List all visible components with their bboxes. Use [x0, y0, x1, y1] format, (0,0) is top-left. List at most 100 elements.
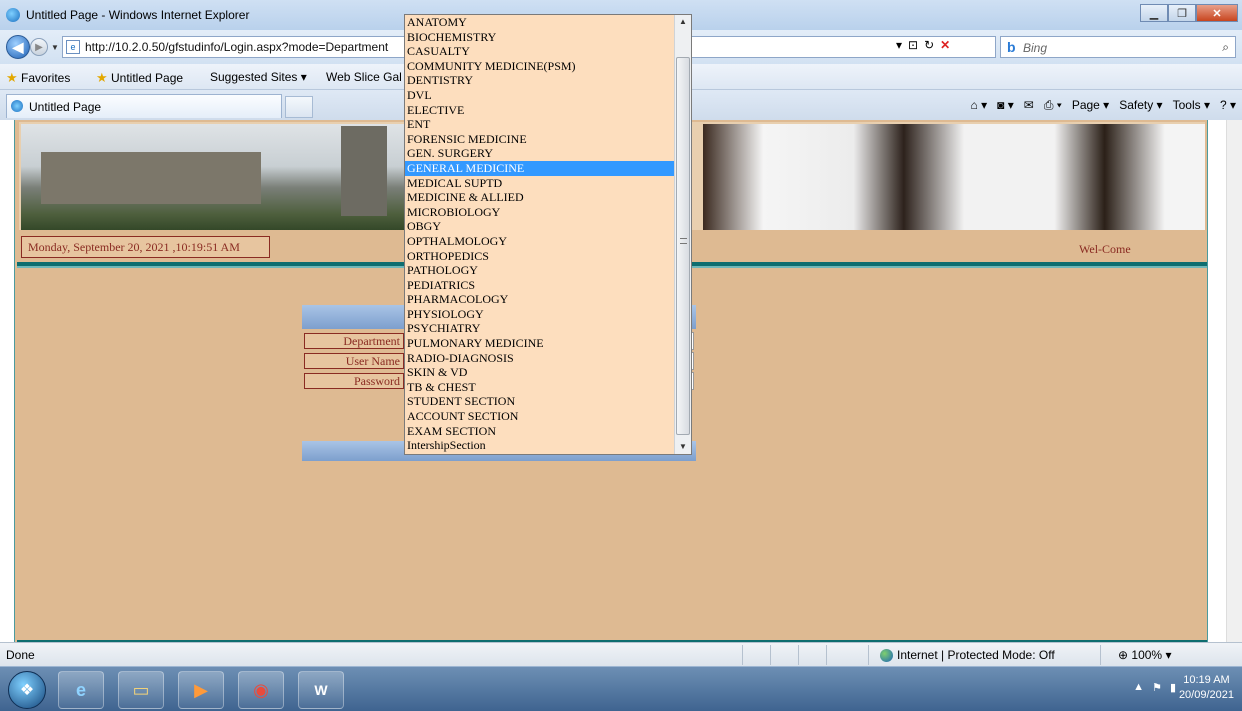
scroll-grip-icon	[680, 238, 687, 244]
favorite-item-web-slice-gallery[interactable]: Web Slice Gal	[326, 70, 402, 84]
dropdown-option[interactable]: PHYSIOLOGY	[405, 307, 675, 322]
dropdown-option[interactable]: PULMONARY MEDICINE	[405, 336, 675, 351]
dropdown-option[interactable]: MEDICAL SUPTD	[405, 176, 675, 191]
favorites-button[interactable]: ★ Favorites	[6, 70, 70, 86]
welcome-text: Wel-Come	[1079, 242, 1131, 256]
dropdown-option[interactable]: PSYCHIATRY	[405, 321, 675, 336]
page-menu[interactable]: Page ▾	[1072, 98, 1109, 113]
start-button[interactable]: ❖	[8, 671, 46, 709]
feeds-icon[interactable]: ◙ ▾	[997, 98, 1014, 113]
status-separator	[1100, 645, 1101, 665]
search-box[interactable]: b Bing ⌕	[1000, 36, 1236, 58]
dropdown-option[interactable]: PHARMACOLOGY	[405, 292, 675, 307]
dropdown-options: ANATOMY BIOCHEMISTRY CASUALTY COMMUNITY MED…	[405, 15, 675, 453]
scroll-up-icon[interactable]: ▲	[675, 15, 691, 29]
clock-time: 10:19 AM	[1183, 674, 1230, 686]
students-image	[703, 124, 1205, 230]
dropdown-option[interactable]: MEDICINE & ALLIED	[405, 190, 675, 205]
status-bar: Done Internet | Protected Mode: Off ⊕ 10…	[0, 642, 1242, 666]
print-icon[interactable]: ⎙ ▾	[1044, 98, 1062, 113]
dropdown-option[interactable]: PEDIATRICS	[405, 278, 675, 293]
zoom-level[interactable]: ⊕ 100% ▾	[1118, 648, 1171, 662]
taskbar-chrome-icon[interactable]: ◉	[238, 671, 284, 709]
dropdown-option[interactable]: SKIN & VD	[405, 365, 675, 380]
status-separator	[826, 645, 827, 665]
page-scrollbar[interactable]	[1226, 120, 1242, 656]
dropdown-option[interactable]: MICROBIOLOGY	[405, 205, 675, 220]
dropdown-option[interactable]: ACCOUNT SECTION	[405, 409, 675, 424]
scroll-down-icon[interactable]: ▼	[675, 440, 691, 454]
status-separator	[868, 645, 869, 665]
dropdown-option[interactable]: COMMUNITY MEDICINE(PSM)	[405, 59, 675, 74]
security-zone[interactable]: Internet | Protected Mode: Off	[880, 648, 1055, 662]
dropdown-option[interactable]: PATHOLOGY	[405, 263, 675, 278]
tab-untitled-page[interactable]: Untitled Page	[6, 94, 282, 118]
star-icon: ★	[6, 70, 18, 85]
network-icon[interactable]: ▮	[1170, 681, 1176, 694]
taskbar-ie-icon[interactable]: e	[58, 671, 104, 709]
taskbar: ❖ e ▭ ▶ ◉ W ▲ ⚑ ▮ 10:19 AM 20/09/2021	[0, 666, 1242, 711]
dropdown-option[interactable]: TB & CHEST	[405, 380, 675, 395]
dropdown-option[interactable]: EXAM SECTION	[405, 424, 675, 439]
address-url: http://10.2.0.50/gfstudinfo/Login.aspx?m…	[85, 40, 389, 54]
forward-button[interactable]: ▶	[30, 38, 48, 56]
dropdown-option[interactable]: ANATOMY	[405, 15, 675, 30]
back-button[interactable]: ◀	[6, 35, 30, 59]
scroll-thumb[interactable]	[676, 57, 690, 435]
dropdown-option[interactable]: OBGY	[405, 219, 675, 234]
clock-date: 20/09/2021	[1178, 689, 1234, 701]
refresh-icon[interactable]: ↻	[924, 38, 934, 52]
status-text: Done	[6, 648, 35, 662]
clock[interactable]: 10:19 AM 20/09/2021	[1179, 673, 1234, 703]
dropdown-scrollbar[interactable]: ▲ ▼	[674, 15, 691, 454]
taskbar-explorer-icon[interactable]: ▭	[118, 671, 164, 709]
close-button[interactable]: ✕	[1196, 4, 1238, 22]
zoom-icon: ⊕	[1118, 648, 1129, 662]
dropdown-option[interactable]: OPTHALMOLOGY	[405, 234, 675, 249]
dropdown-option[interactable]: RADIO-DIAGNOSIS	[405, 351, 675, 366]
action-center-icon[interactable]: ⚑	[1152, 681, 1162, 694]
search-placeholder: Bing	[1023, 41, 1048, 55]
address-dropdown-icon[interactable]: ▾	[896, 38, 902, 52]
tools-menu[interactable]: Tools ▾	[1173, 98, 1210, 113]
dropdown-option[interactable]: FORENSIC MEDICINE	[405, 132, 675, 147]
add-favorite-icon: ★	[96, 70, 108, 85]
dropdown-option[interactable]: BIOCHEMISTRY	[405, 30, 675, 45]
mail-icon[interactable]: ✉	[1024, 98, 1034, 113]
show-hidden-icons-icon[interactable]: ▲	[1133, 681, 1144, 694]
dropdown-option[interactable]: GENERAL MEDICINE	[405, 160, 675, 176]
search-icon[interactable]: ⌕	[1222, 40, 1229, 55]
new-tab-button[interactable]	[285, 96, 313, 118]
bing-logo-icon: b	[1007, 39, 1016, 55]
dropdown-option[interactable]: ELECTIVE	[405, 103, 675, 118]
stop-icon[interactable]: ✕	[940, 38, 950, 52]
dropdown-option[interactable]: ENT	[405, 117, 675, 132]
username-label: User Name	[304, 353, 404, 369]
dropdown-option[interactable]: ORTHOPEDICS	[405, 249, 675, 264]
tab-label: Untitled Page	[29, 100, 102, 114]
command-bar: ⌂ ▾ ◙ ▾ ✉ ⎙ ▾ Page ▾ Safety ▾ Tools ▾ ? …	[971, 98, 1236, 113]
department-label: Department	[304, 333, 404, 349]
status-separator	[770, 645, 771, 665]
maximize-button[interactable]: ❐	[1168, 4, 1196, 22]
taskbar-media-icon[interactable]: ▶	[178, 671, 224, 709]
building-tower-shape	[341, 126, 387, 216]
dropdown-option[interactable]: IntershipSection	[405, 438, 675, 453]
dropdown-option[interactable]: GEN. SURGERY	[405, 146, 675, 161]
history-dropdown-icon[interactable]: ▼	[51, 43, 59, 52]
dropdown-option[interactable]: DENTISTRY	[405, 73, 675, 88]
favorite-item-untitled-page[interactable]: ★ Untitled Page	[96, 70, 183, 86]
dropdown-option[interactable]: CASUALTY	[405, 44, 675, 59]
taskbar-word-icon[interactable]: W	[298, 671, 344, 709]
help-icon[interactable]: ? ▾	[1220, 98, 1236, 113]
home-icon[interactable]: ⌂ ▾	[971, 98, 988, 113]
dropdown-option[interactable]: STUDENT SECTION	[405, 394, 675, 409]
minimize-button[interactable]: ▁	[1140, 4, 1168, 22]
safety-menu[interactable]: Safety ▾	[1119, 98, 1162, 113]
favorite-item-suggested-sites[interactable]: Suggested Sites ▾	[210, 70, 307, 84]
dropdown-option[interactable]: DVL	[405, 88, 675, 103]
page-icon: e	[66, 40, 80, 54]
building-image	[21, 124, 411, 230]
compatibility-icon[interactable]: ⊡	[908, 38, 918, 52]
department-dropdown-list[interactable]: ANATOMY BIOCHEMISTRY CASUALTY COMMUNITY MED…	[404, 14, 692, 455]
